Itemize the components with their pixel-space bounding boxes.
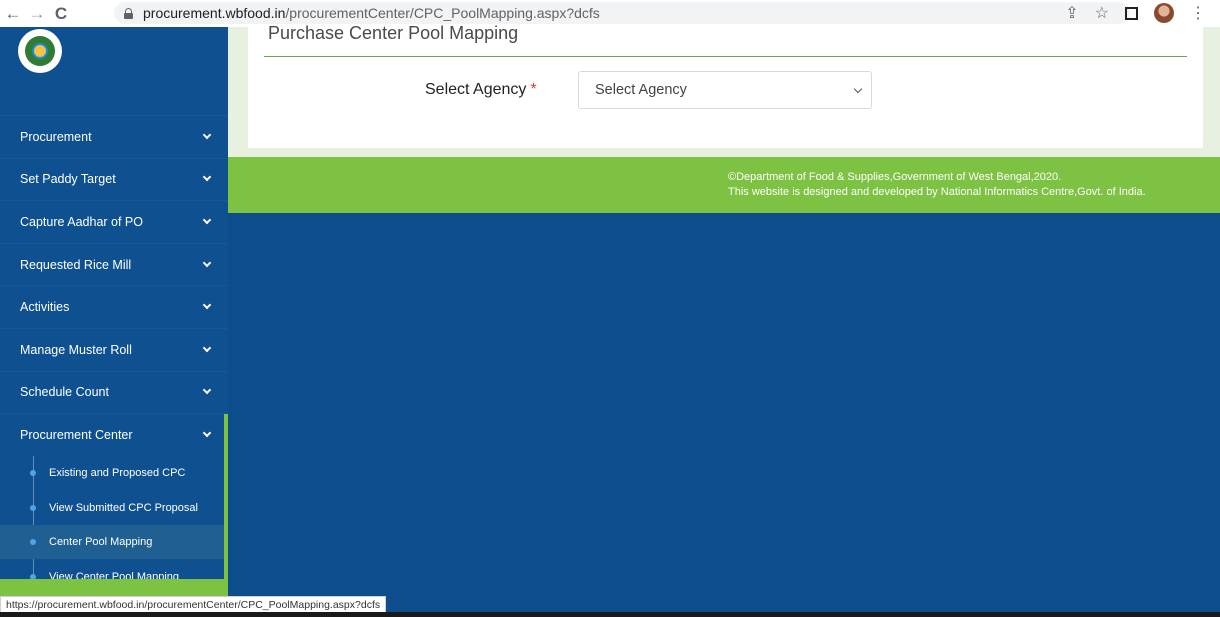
select-agency-label: Select Agency * [425, 81, 537, 99]
submenu-item-view-submitted-cpc[interactable]: View Submitted CPC Proposal [0, 490, 228, 525]
share-icon[interactable]: ⇪ [1065, 3, 1078, 23]
forward-icon[interactable]: → [26, 3, 48, 25]
lock-icon [124, 7, 133, 19]
footer-credit: This website is designed and developed b… [728, 186, 1146, 198]
procurement-center-submenu: Existing and Proposed CPC View Submitted… [0, 455, 228, 596]
side-panel-icon[interactable] [1125, 6, 1138, 20]
required-mark: * [530, 81, 537, 98]
page-title: Purchase Center Pool Mapping [268, 23, 519, 43]
url-host: procurement.wbfood.in [143, 5, 286, 21]
chevron-down-icon [202, 386, 212, 395]
bottom-strip [0, 612, 1220, 617]
sidebar-item-label: Manage Muster Roll [20, 342, 132, 357]
footer-copyright: ©Department of Food & Supplies,Governmen… [728, 171, 1062, 183]
logo-area [0, 27, 228, 115]
chevron-down-icon [202, 258, 212, 267]
sidebar-item-requested-rice-mill[interactable]: Requested Rice Mill [0, 242, 228, 286]
reload-icon[interactable]: C [50, 3, 72, 25]
browser-actions: ⇪ ☆ ⋮ [1065, 2, 1206, 24]
submenu-item-center-pool-mapping[interactable]: Center Pool Mapping [0, 524, 224, 560]
sidebar-item-label: Procurement [20, 129, 92, 144]
sidebar-item-label: Activities [20, 300, 70, 315]
submenu-item-label: Center Pool Mapping [49, 536, 153, 548]
chevron-down-icon [202, 300, 212, 310]
site-footer: ©Department of Food & Supplies,Governmen… [228, 157, 1220, 213]
title-divider [264, 56, 1187, 57]
browser-toolbar: ← → C procurement.wbfood.in/procurementC… [0, 0, 1220, 27]
sidebar-footer [0, 579, 228, 597]
department-logo [18, 29, 62, 73]
sidebar-item-label: Requested Rice Mill [20, 257, 132, 272]
sidebar-item-label: Set Paddy Target [20, 172, 116, 187]
submenu-item-label: View Submitted CPC Proposal [49, 501, 198, 514]
sidebar-item-procurement-center[interactable]: Procurement Center [0, 413, 228, 456]
url-path: /procurementCenter/CPC_PoolMapping.aspx?… [285, 5, 600, 21]
address-bar[interactable]: procurement.wbfood.in/procurementCenter/… [114, 2, 1130, 24]
chevron-down-icon [202, 343, 212, 353]
agency-select[interactable]: Select Agency [578, 71, 872, 109]
menu-icon[interactable]: ⋮ [1190, 3, 1206, 23]
bullet-icon [30, 539, 36, 545]
sidebar-item-activities[interactable]: Activities [0, 285, 228, 328]
select-agency-label-text: Select Agency [425, 81, 527, 98]
chevron-down-icon [202, 130, 212, 140]
sidebar-item-capture-aadhar[interactable]: Capture Aadhar of PO [0, 200, 228, 243]
agency-select-value: Select Agency [595, 82, 687, 98]
footer-text: ©Department of Food & Supplies,Governmen… [728, 170, 1146, 200]
sidebar-item-schedule-count[interactable]: Schedule Count [0, 370, 228, 414]
sidebar-item-label: Procurement Center [20, 427, 133, 442]
chevron-down-icon [202, 215, 212, 225]
sidebar: Procurement Set Paddy Target Capture Aad… [0, 27, 228, 597]
bullet-icon [30, 504, 36, 511]
star-icon[interactable]: ☆ [1095, 3, 1109, 23]
profile-avatar[interactable] [1154, 3, 1174, 23]
submenu-item-label: Existing and Proposed CPC [49, 467, 186, 479]
active-indicator [224, 414, 228, 579]
sidebar-item-manage-muster-roll[interactable]: Manage Muster Roll [0, 327, 228, 371]
sidebar-item-label: Schedule Count [20, 385, 109, 400]
chevron-down-icon [853, 84, 863, 94]
back-icon[interactable]: ← [2, 3, 24, 25]
mapping-card: Purchase Center Pool Mapping Select Agen… [248, 23, 1203, 148]
submenu-item-existing-proposed-cpc[interactable]: Existing and Proposed CPC [0, 456, 228, 491]
sidebar-item-set-paddy-target[interactable]: Set Paddy Target [0, 157, 228, 201]
sidebar-item-label: Capture Aadhar of PO [20, 214, 143, 229]
bullet-icon [30, 470, 36, 476]
chevron-down-icon [202, 428, 212, 438]
sidebar-item-procurement[interactable]: Procurement [0, 115, 228, 158]
chevron-down-icon [202, 173, 212, 182]
